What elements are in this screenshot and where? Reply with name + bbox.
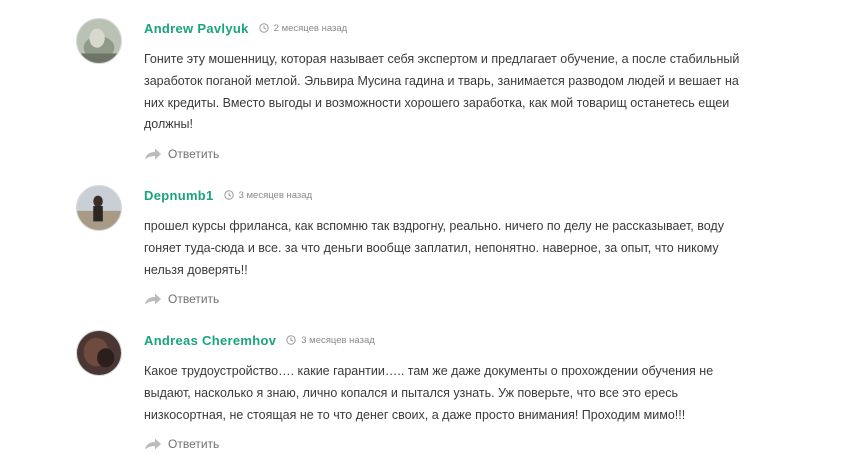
comment-date-text: 3 месяцев назад — [301, 334, 375, 346]
comment-date: 2 месяцев назад — [258, 22, 348, 34]
comment-author[interactable]: Depnumb1 — [144, 188, 214, 203]
comment-meta: Depnumb1 3 месяцев назад — [144, 185, 744, 205]
clock-icon — [258, 23, 269, 33]
comment-body: Depnumb1 3 месяцев назад прошел курсы фр… — [144, 185, 744, 309]
comment-meta: Andreas Cheremhov 3 месяцев назад — [144, 330, 744, 350]
reply-arrow-icon — [144, 437, 162, 451]
comment-body: Andrew Pavlyuk 2 месяцев назад Гоните эт… — [144, 18, 744, 164]
comment-text: Какое трудоустройство…. какие гарантии….… — [144, 364, 714, 422]
comment-author[interactable]: Andreas Cheremhov — [144, 333, 276, 348]
reply-label: Ответить — [168, 292, 220, 307]
avatar[interactable] — [76, 185, 122, 231]
comment-text: прошел курсы фриланса, как вспомню так в… — [144, 219, 724, 277]
comment-date-text: 2 месяцев назад — [273, 22, 348, 34]
comment-meta: Andrew Pavlyuk 2 месяцев назад — [144, 18, 744, 38]
comment-date: 3 месяцев назад — [286, 335, 375, 346]
comment-author[interactable]: Andrew Pavlyuk — [144, 21, 249, 36]
reply-label: Ответить — [168, 147, 220, 162]
reply-button[interactable]: Ответить — [144, 144, 744, 164]
comment-date: 3 месяцев назад — [223, 189, 313, 201]
clock-icon — [223, 190, 234, 200]
avatar[interactable] — [76, 330, 122, 376]
reply-button[interactable]: Ответить — [144, 434, 744, 454]
reply-label: Ответить — [168, 437, 220, 452]
comment-body: Andreas Cheremhov 3 месяцев назад Какое … — [144, 330, 744, 454]
reply-arrow-icon — [144, 292, 162, 306]
comment-text: Гоните эту мошенницу, которая называет с… — [144, 52, 740, 132]
avatar[interactable] — [76, 18, 122, 64]
comment-date-text: 3 месяцев назад — [238, 189, 313, 201]
reply-arrow-icon — [144, 147, 162, 161]
clock-icon — [286, 335, 296, 345]
reply-button[interactable]: Ответить — [144, 289, 744, 309]
